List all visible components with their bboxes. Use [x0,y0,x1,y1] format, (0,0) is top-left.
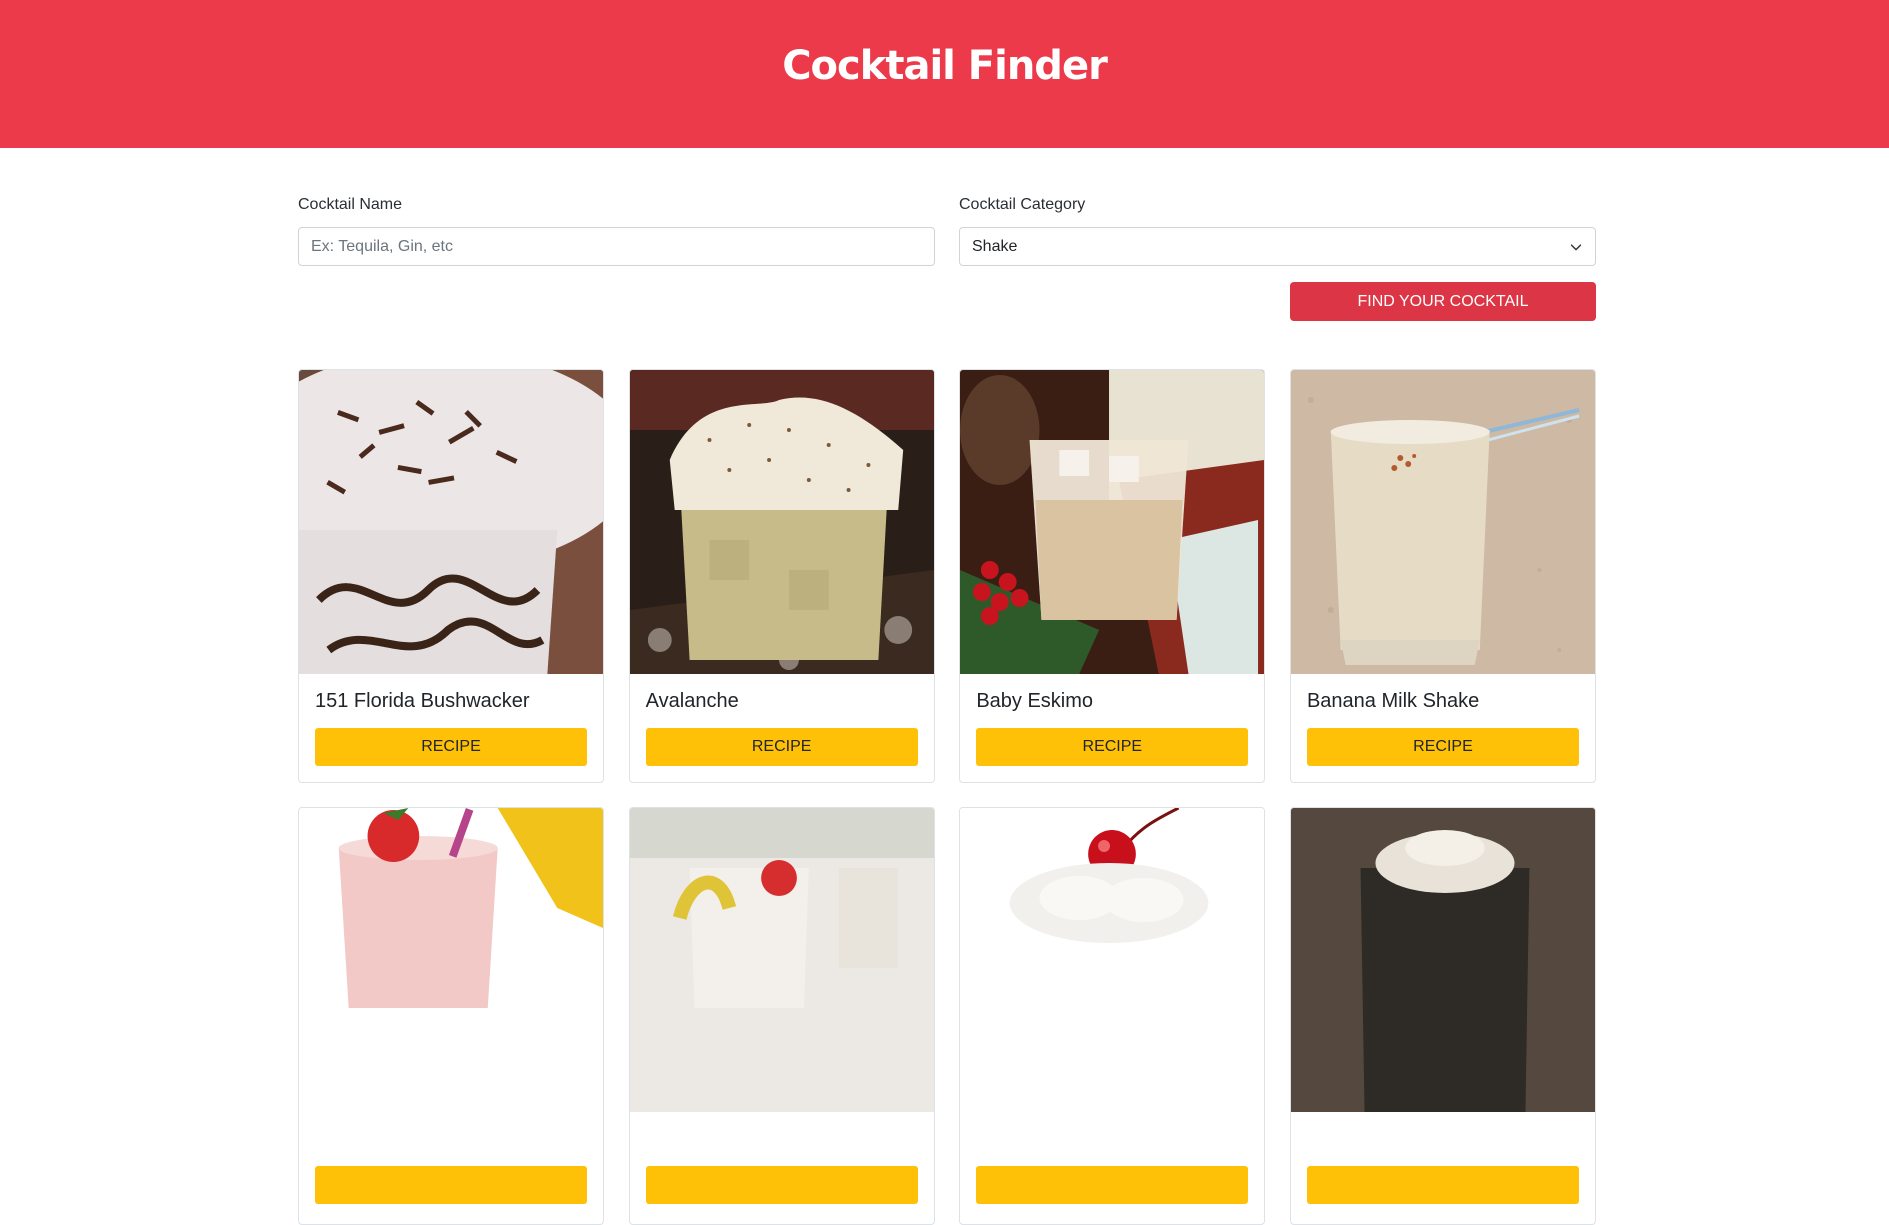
cocktail-image[interactable] [299,808,603,1112]
card-body [630,1112,934,1224]
search-form: Cocktail Name Cocktail Category Shake FI… [298,196,1596,321]
form-row: Cocktail Name Cocktail Category Shake [298,196,1596,266]
card-body [1291,1112,1595,1224]
cocktail-name [976,1128,1248,1154]
cocktail-image[interactable] [299,370,603,674]
cocktail-image[interactable] [629,808,934,1112]
card-body: Banana Milk Shake RECIPE [1291,674,1595,782]
cocktail-card: 151 Florida Bushwacker RECIPE [298,369,604,783]
cocktail-card: Banana Milk Shake RECIPE [1289,369,1596,783]
card-body: Baby Eskimo RECIPE [960,674,1264,782]
cocktail-image[interactable] [960,370,1265,674]
recipe-button[interactable]: RECIPE [315,728,587,766]
cocktail-name [646,1128,918,1154]
recipe-button[interactable] [976,1166,1249,1204]
cocktail-image[interactable] [1290,808,1595,1112]
card-body [299,1112,603,1224]
cocktail-name: Baby Eskimo [976,690,1094,712]
cocktail-name [1307,1128,1579,1154]
cocktail-card [298,807,604,1225]
cocktail-card: Baby Eskimo RECIPE [959,369,1266,783]
cocktail-name-input[interactable] [298,227,935,266]
recipe-button[interactable] [645,1166,918,1204]
find-cocktail-button[interactable]: FIND YOUR COCKTAIL [1290,282,1596,321]
cocktail-image[interactable] [960,808,1265,1112]
chevron-down-icon [1570,243,1582,250]
recipe-button[interactable]: RECIPE [645,728,918,766]
cocktail-category-select[interactable]: Shake [959,227,1596,266]
page-title: Cocktail Finder [782,43,1108,89]
cocktail-image[interactable] [1290,370,1595,674]
cocktail-name-label: Cocktail Name [298,196,403,213]
cocktail-image[interactable] [629,370,934,674]
card-body: 151 Florida Bushwacker RECIPE [299,674,603,782]
cocktail-card: Avalanche RECIPE [628,369,935,783]
cocktail-name [315,1128,587,1154]
name-form-group: Cocktail Name [298,196,935,266]
page-header: Cocktail Finder [0,0,1889,148]
category-selected-value: Shake [972,237,1018,255]
card-body [960,1112,1264,1224]
category-form-group: Cocktail Category Shake [959,196,1596,266]
main-content: Cocktail Name Cocktail Category Shake FI… [298,148,1596,1225]
cocktail-card [1289,807,1596,1225]
cocktail-card [628,807,935,1225]
recipe-button[interactable]: RECIPE [1306,728,1579,766]
card-body: Avalanche RECIPE [630,674,934,782]
submit-row: FIND YOUR COCKTAIL [298,282,1596,321]
cocktail-grid: 151 Florida Bushwacker RECIPE Avalanche … [298,369,1596,1225]
cocktail-name: 151 Florida Bushwacker [315,690,530,712]
cocktail-card [959,807,1266,1225]
cocktail-name: Banana Milk Shake [1306,690,1480,712]
cocktail-name: Avalanche [645,690,739,712]
recipe-button[interactable] [1306,1166,1579,1204]
cocktail-category-label: Cocktail Category [959,196,1086,213]
recipe-button[interactable]: RECIPE [976,728,1249,766]
recipe-button[interactable] [315,1166,587,1204]
